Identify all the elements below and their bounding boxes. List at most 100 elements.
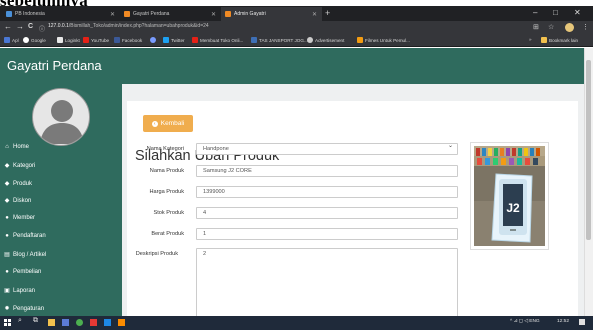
bookmarks-bar: Apl Google Loginkt YouTube Facebook Twit…: [0, 35, 593, 47]
reload-button[interactable]: C: [28, 23, 33, 30]
tag-icon: ◆: [4, 198, 10, 204]
tab-label: Admin Gayatri: [234, 11, 266, 17]
bookmark-twitter[interactable]: Twitter: [163, 37, 185, 43]
browser-tab[interactable]: PB Indonesia ✕: [2, 7, 120, 21]
sidebar-item-member[interactable]: ● Member: [3, 215, 35, 221]
close-tab-icon[interactable]: ✕: [312, 11, 317, 18]
search-icon[interactable]: ⌕: [18, 317, 22, 325]
store-icon[interactable]: [62, 319, 69, 326]
new-tab-button[interactable]: +: [325, 8, 330, 18]
app-header: Gayatri Perdana: [0, 48, 584, 84]
sidebar-item-kategori[interactable]: ◆ Kategori: [3, 162, 36, 170]
star-icon[interactable]: ☆: [548, 23, 554, 31]
gear-icon: ✹: [4, 306, 10, 312]
sidebar-item-pendaftaran[interactable]: ● Pendaftaran: [3, 233, 46, 239]
system-tray[interactable]: ^ ⊿ ◻ ◁ ENG: [510, 319, 540, 324]
sidebar-item-pengaturan[interactable]: ✹ Pengaturan: [3, 305, 45, 313]
folder-icon: [541, 37, 547, 43]
bookmark-advertisement[interactable]: Advertisement: [307, 37, 344, 43]
sidebar-item-label: Laporan: [13, 287, 36, 294]
list-icon: ▤: [4, 252, 10, 258]
berat-produk-input[interactable]: 1: [196, 228, 458, 240]
app-icon[interactable]: [104, 319, 111, 326]
home-icon: ⌂: [5, 144, 9, 150]
sidebar-item-laporan[interactable]: ▣ Laporan: [3, 287, 36, 295]
globe-icon: ●: [5, 269, 9, 275]
kategori-select[interactable]: Handpone: [196, 143, 458, 155]
bookmark-filmes[interactable]: Filmes Untuk Pemul...: [357, 37, 410, 43]
bookmarks-more-icon[interactable]: »: [529, 37, 532, 42]
youtube-icon: [83, 37, 89, 43]
bookmark-label: Google: [31, 37, 46, 43]
page-icon: [357, 37, 363, 43]
bookmark-youtube[interactable]: YouTube: [83, 37, 109, 43]
product-image: J2: [470, 142, 549, 250]
bookmark-discord[interactable]: [150, 37, 158, 43]
sidebar-item-label: Member: [13, 215, 36, 221]
browser-tab-active[interactable]: Admin Gayatri ✕: [221, 7, 322, 21]
bookmark-tas-jansport[interactable]: TAS JANSPORT JOG...: [251, 37, 308, 43]
tab-label: Gayatri Perdana: [133, 11, 170, 17]
sidebar-item-label: Pendaftaran: [13, 233, 46, 239]
tab-favicon: [6, 11, 12, 17]
translate-icon[interactable]: ⊞: [533, 23, 539, 31]
file-explorer-icon[interactable]: [48, 319, 55, 326]
stok-produk-input[interactable]: 4: [196, 207, 458, 219]
bookmark-label: Advertisement: [315, 37, 345, 43]
kategori-label: Nama Kategori: [146, 146, 184, 152]
tab-favicon: [225, 11, 231, 17]
sidebar-item-blog[interactable]: ▤ Blog / Artikel: [3, 251, 46, 259]
clock[interactable]: 12:52: [557, 319, 569, 324]
facebook-icon: [114, 37, 120, 43]
sidebar-item-home[interactable]: ⌂ Home: [3, 144, 29, 150]
minimize-button[interactable]: –: [533, 8, 537, 17]
windows-start-icon[interactable]: [4, 319, 11, 326]
bookmark-google[interactable]: Google: [23, 37, 46, 43]
app-icon[interactable]: [118, 319, 125, 326]
bookmark-other[interactable]: Bookmark lain: [541, 37, 578, 43]
sidebar-item-produk[interactable]: ◆ Produk: [3, 180, 33, 188]
sidebar-item-diskon[interactable]: ◆ Diskon: [3, 197, 32, 205]
bookmark-facebook[interactable]: Facebook: [114, 37, 142, 43]
close-tab-icon[interactable]: ✕: [110, 11, 115, 18]
tab-favicon: [124, 11, 130, 17]
google-icon: [23, 37, 29, 43]
kebab-menu-icon[interactable]: ⋮: [582, 23, 589, 31]
sidebar: ⌂ Home ◆ Kategori ◆ Produk ◆ Diskon ● Member …: [0, 84, 122, 316]
harga-produk-input[interactable]: 1399000: [196, 186, 458, 198]
user-avatar-icon: [32, 88, 90, 146]
scrollbar-thumb[interactable]: [586, 60, 591, 240]
bookmark-label: Filmes Untuk Pemul...: [365, 37, 410, 43]
app-icon[interactable]: [90, 319, 97, 326]
profile-avatar-icon[interactable]: [565, 23, 574, 32]
deskripsi-produk-textarea[interactable]: 2: [196, 248, 458, 318]
sidebar-item-pembelian[interactable]: ● Pembelian: [3, 269, 41, 275]
tab-label: PB Indonesia: [15, 11, 45, 17]
discord-icon: [150, 37, 156, 43]
sidebar-item-label: Produk: [13, 180, 33, 187]
back-button-label: Kembali: [160, 120, 185, 127]
forward-button[interactable]: →: [16, 22, 24, 31]
bookmark-apps[interactable]: Apl: [4, 37, 19, 43]
back-button-kembali[interactable]: ‹ Kembali: [143, 115, 193, 132]
close-window-button[interactable]: ✕: [574, 8, 581, 17]
harga-produk-label: Harga Produk: [149, 189, 184, 195]
tag-icon: ◆: [4, 181, 10, 187]
deskripsi-produk-label: Deskripsi Produk: [135, 251, 178, 257]
url-field[interactable]: 127.0.0.1/Bismillah_Toko/admin/index.php…: [48, 23, 209, 29]
tag-icon: ◆: [4, 163, 10, 169]
sidebar-item-label: Pengaturan: [13, 305, 45, 312]
nama-produk-input[interactable]: Samsung J2 CORE: [196, 165, 458, 177]
browser-tab[interactable]: Gayatri Perdana ✕: [120, 7, 221, 21]
product-photo: J2: [474, 146, 545, 246]
bookmark-toko-online[interactable]: Membuat Toko Onli...: [192, 37, 243, 43]
task-view-icon[interactable]: ⧉: [33, 317, 38, 325]
chrome-icon[interactable]: [76, 319, 83, 326]
maximize-button[interactable]: □: [553, 8, 558, 17]
close-tab-icon[interactable]: ✕: [211, 11, 216, 18]
bookmark-label: Facebook: [122, 37, 143, 43]
back-button[interactable]: ←: [4, 22, 12, 31]
notification-icon[interactable]: [579, 319, 585, 325]
bookmark-loginkt[interactable]: Loginkt: [57, 37, 80, 43]
brand-title[interactable]: Gayatri Perdana: [7, 58, 102, 73]
